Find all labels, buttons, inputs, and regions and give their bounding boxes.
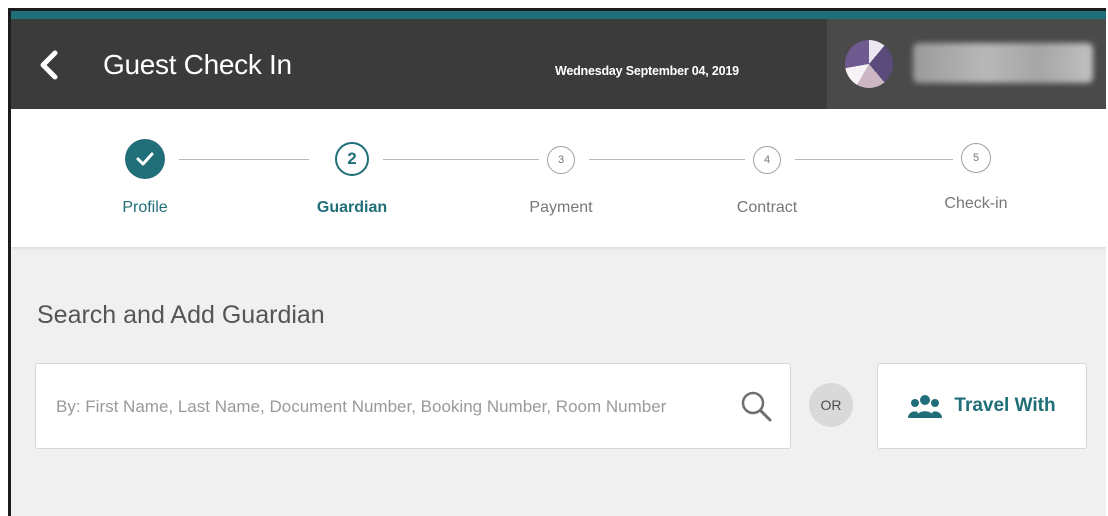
step-3-circle: 3: [547, 146, 575, 174]
search-icon[interactable]: [738, 388, 774, 424]
or-divider-badge: OR: [809, 383, 853, 427]
travel-with-button[interactable]: Travel With: [877, 363, 1087, 449]
step-label-checkin: Check-in: [944, 195, 1008, 212]
step-connector: [795, 159, 953, 160]
current-date: Wednesday September 04, 2019: [555, 64, 739, 78]
guardian-search-box[interactable]: [35, 363, 791, 449]
step-label-contract: Contract: [736, 199, 798, 216]
step-label-profile[interactable]: Profile: [75, 199, 215, 217]
travel-with-label: Travel With: [954, 395, 1056, 416]
search-input[interactable]: [54, 390, 724, 424]
step-label-payment: Payment: [529, 199, 593, 216]
step-2-circle[interactable]: 2: [335, 142, 369, 176]
step-4-circle: 4: [753, 146, 781, 174]
step-connector: [589, 159, 745, 160]
chevron-left-icon: [40, 50, 58, 80]
checkmark-icon: [136, 152, 154, 166]
progress-stepper: Profile 2 Guardian 3 Payment 4 Contract …: [11, 109, 1106, 247]
step-connector: [179, 159, 309, 160]
step-connector: [383, 159, 539, 160]
accent-bar: [11, 11, 1106, 19]
avatar[interactable]: [845, 40, 893, 88]
step-1-complete[interactable]: [125, 139, 165, 179]
back-button[interactable]: [29, 45, 69, 85]
step-5-circle: 5: [961, 143, 991, 173]
user-menu[interactable]: [827, 19, 1106, 109]
step-label-guardian[interactable]: Guardian: [282, 199, 422, 217]
page-title: Guest Check In: [103, 49, 292, 80]
user-name-redacted: [913, 43, 1093, 83]
top-header: Guest Check In Wednesday September 04, 2…: [11, 19, 1106, 109]
app-window: Guest Check In Wednesday September 04, 2…: [8, 8, 1106, 516]
group-icon: [908, 395, 943, 418]
section-title: Search and Add Guardian: [37, 301, 325, 329]
